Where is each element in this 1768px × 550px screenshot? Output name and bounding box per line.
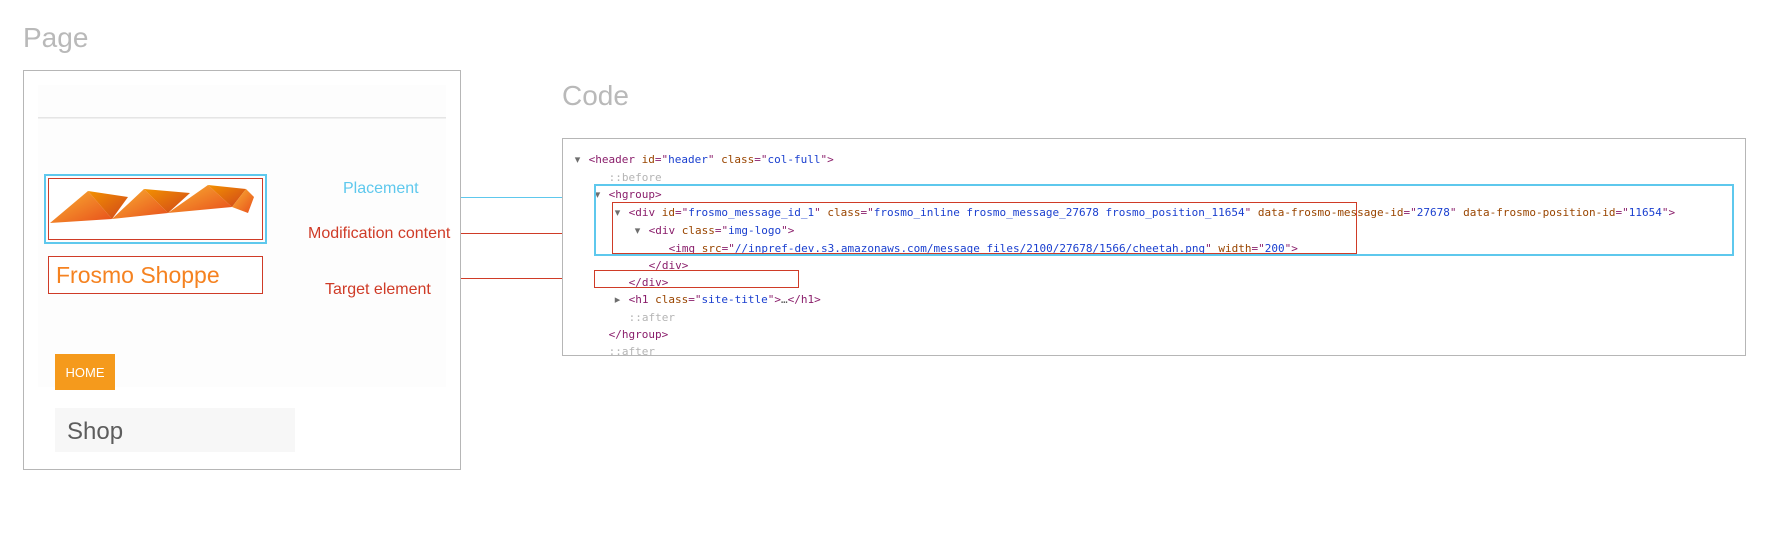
code-line-frosmo-div-close: </div> <box>573 274 1735 291</box>
fold-arrow-icon[interactable] <box>613 205 622 222</box>
site-title-text: Frosmo Shoppe <box>56 262 220 289</box>
target-element-outline: Frosmo Shoppe <box>48 256 263 294</box>
modification-outline <box>48 178 263 240</box>
code-heading: Code <box>562 80 629 112</box>
code-line-after2: ::after <box>573 343 1735 356</box>
code-line-hgroup-close: </hgroup> <box>573 326 1735 343</box>
fold-arrow-icon[interactable] <box>613 292 622 309</box>
annotation-placement-label: Placement <box>343 180 419 198</box>
page-heading: Page <box>23 22 88 54</box>
code-line-after1: ::after <box>573 309 1735 326</box>
fold-arrow-icon[interactable] <box>573 152 582 169</box>
code-line-h1: <h1 class="site-title">…</h1> <box>573 291 1735 309</box>
code-line-hgroup-open: <hgroup> <box>573 186 1735 204</box>
page-divider <box>38 117 446 119</box>
code-panel: <header id="header" class="col-full"> ::… <box>562 138 1746 356</box>
annotation-target-label: Target element <box>325 281 431 299</box>
nav-home[interactable]: HOME <box>55 354 115 390</box>
code-line-img: <img src="//inpref-dev.s3.amazonaws.com/… <box>573 240 1735 257</box>
code-line-img-div-open: <div class="img-logo"> <box>573 222 1735 240</box>
code-line-img-div-close: </div> <box>573 257 1735 274</box>
code-line-frosmo-div: <div id="frosmo_message_id_1" class="fro… <box>573 204 1735 222</box>
nav-shop[interactable]: Shop <box>55 408 295 452</box>
code-line-header-open: <header id="header" class="col-full"> <box>573 151 1735 169</box>
annotation-modification-label: Modification content <box>308 225 450 243</box>
fold-arrow-icon[interactable] <box>633 223 642 240</box>
code-line-before: ::before <box>573 169 1735 186</box>
fold-arrow-icon[interactable] <box>593 187 602 204</box>
